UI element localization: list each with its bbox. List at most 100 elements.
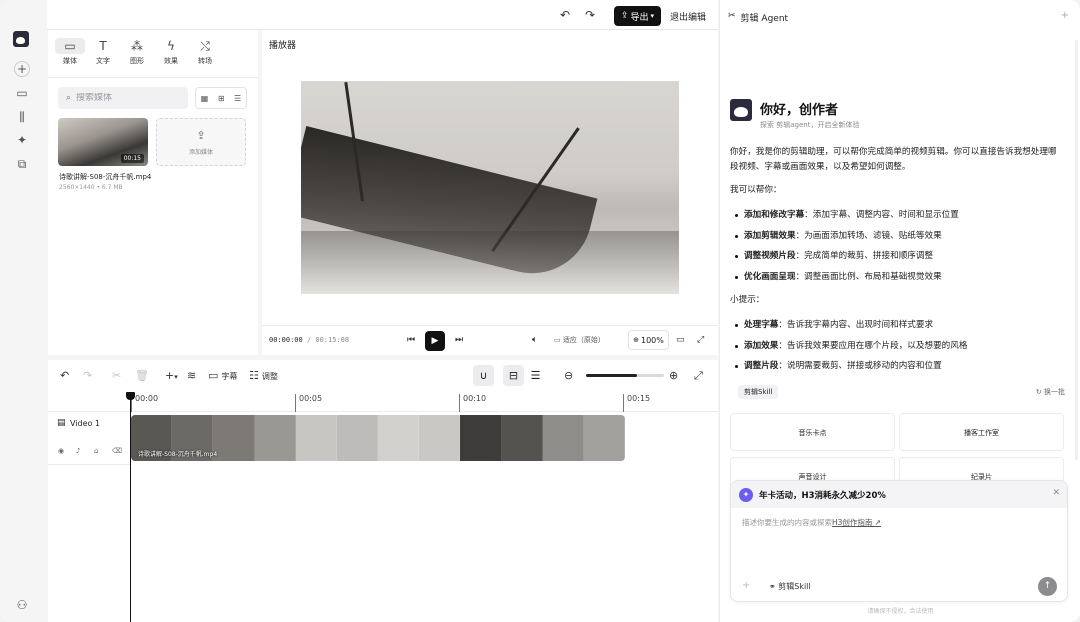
split-icon[interactable]: ✂ bbox=[112, 369, 121, 382]
monitor-icon[interactable]: ▭ bbox=[676, 335, 685, 345]
add-media-button[interactable]: ⇪ 添加媒体 bbox=[156, 118, 246, 166]
search-icon: ⌕ bbox=[66, 93, 72, 103]
attach-icon[interactable]: + bbox=[742, 580, 750, 591]
new-chat-icon[interactable]: + bbox=[1061, 10, 1069, 21]
timeline-zoom-slider[interactable] bbox=[586, 374, 664, 377]
list-view-icon[interactable]: ☰ bbox=[234, 94, 241, 103]
delete-icon[interactable]: 🗑︎ bbox=[135, 369, 149, 382]
skill-card[interactable]: 音乐卡点 bbox=[730, 413, 895, 451]
add-user-icon[interactable]: ⚇ bbox=[14, 597, 30, 613]
skill-card[interactable]: 播客工作室 bbox=[899, 413, 1064, 451]
tab-label: 媒体 bbox=[63, 57, 77, 65]
clip-meta: 2560×1440 • 6.7 MB bbox=[59, 184, 123, 191]
effects-icon: ϟ bbox=[167, 39, 175, 53]
redo-icon[interactable]: ↷ bbox=[585, 8, 595, 22]
layers-icon[interactable]: ≋ bbox=[187, 369, 196, 382]
split-view-icon[interactable]: ⊟ bbox=[503, 365, 524, 386]
expand-icon[interactable]: ⤢ bbox=[694, 369, 703, 383]
redo-icon[interactable]: ↷ bbox=[83, 369, 92, 382]
fit-select[interactable]: ▭ 适应（原始） bbox=[554, 335, 605, 345]
greeting-subtitle: 探索 剪辑agent，开启全新体验 bbox=[760, 121, 860, 129]
video-clip-strip[interactable]: 诗歌讲解-S08-沉舟千帆.mp4 bbox=[131, 415, 625, 461]
tab-text[interactable]: T 文字 bbox=[88, 38, 118, 66]
add-media-label: 添加媒体 bbox=[188, 149, 213, 156]
add-track-icon[interactable]: +▾ bbox=[165, 369, 178, 382]
video-preview[interactable] bbox=[301, 81, 679, 294]
adjust-icon: ☷ bbox=[249, 369, 259, 382]
volume-icon[interactable]: 🔈︎ bbox=[532, 335, 537, 345]
media-search: ⌕ bbox=[58, 87, 188, 109]
grid-small-icon[interactable]: ⊞ bbox=[218, 94, 225, 103]
skip-back-icon[interactable]: ⏮ bbox=[407, 335, 415, 345]
chat-input[interactable]: 描述你要生成的内容或探索H3创作指南 ↗ bbox=[742, 517, 881, 528]
tab-transition[interactable]: ⤭ 转场 bbox=[190, 38, 220, 66]
grid-large-icon[interactable]: ▦ bbox=[201, 94, 209, 103]
delete-track-icon[interactable]: ⌫ bbox=[112, 447, 122, 455]
assets-icon[interactable]: ⧉ bbox=[14, 156, 30, 172]
skill-tag[interactable]: 剪辑Skill bbox=[738, 385, 779, 399]
track-view-icon[interactable]: ☰ bbox=[525, 365, 546, 386]
help-list: 添加和修改字幕：添加字幕、调整内容、时间和显示位置 添加剪辑效果：为画面添加转场… bbox=[730, 205, 1065, 287]
search-input[interactable] bbox=[76, 93, 172, 103]
adjust-button[interactable]: ☷ 调整 bbox=[249, 369, 278, 382]
skip-forward-icon[interactable]: ⏭ bbox=[455, 335, 463, 345]
new-project-icon[interactable]: + bbox=[14, 61, 30, 77]
media-clip-thumbnail[interactable]: 00:15 bbox=[58, 118, 148, 166]
ruler-tick: 00:10 bbox=[459, 394, 486, 412]
upload-icon: ⇪ bbox=[196, 129, 206, 142]
library-icon[interactable]: ⫼ bbox=[14, 109, 30, 125]
timecode: 00:00:00 / 00:15:08 bbox=[269, 336, 349, 344]
scrollbar[interactable] bbox=[1075, 40, 1078, 460]
tab-label: 效果 bbox=[164, 57, 178, 65]
ruler-tick: 00:05 bbox=[295, 394, 322, 412]
player-title: 播放器 bbox=[269, 41, 297, 51]
refresh-button[interactable]: ↻ 换一批 bbox=[1036, 387, 1065, 397]
skill-button[interactable]: ⚭ 剪辑Skill bbox=[769, 581, 811, 592]
send-button[interactable]: ↑ bbox=[1038, 577, 1057, 596]
zoom-in-icon[interactable]: ⊕ bbox=[669, 369, 678, 382]
visibility-icon[interactable]: ◉ bbox=[58, 447, 64, 455]
zoom-out-icon[interactable]: ⊖ bbox=[564, 369, 573, 382]
fullscreen-icon[interactable]: ⤢ bbox=[697, 335, 704, 345]
film-icon: ▤ bbox=[57, 418, 66, 428]
list-item: 调整视频片段：完成简单的裁剪、拼接和顺序调整 bbox=[730, 246, 1065, 267]
magnet-snap-icon[interactable]: ∪ bbox=[473, 365, 494, 386]
tab-shapes[interactable]: ⁂ 图形 bbox=[122, 38, 152, 66]
app-logo[interactable] bbox=[13, 31, 29, 47]
subtitle-icon: ▭ bbox=[208, 369, 219, 382]
mute-icon[interactable]: ♪ bbox=[76, 447, 80, 455]
tab-effects[interactable]: ϟ 效果 bbox=[156, 38, 186, 66]
export-button[interactable]: ⇪ 导出 ▾ bbox=[614, 6, 661, 26]
guide-link[interactable]: H3创作指南 ↗ bbox=[832, 518, 881, 527]
clip-filename: 诗歌讲解-S08-沉舟千帆.mp4 bbox=[59, 173, 152, 181]
top-bar: ↶ ↷ ⇪ 导出 ▾ 退出编辑 bbox=[47, 0, 718, 30]
playhead[interactable] bbox=[126, 392, 135, 622]
plugin-icon[interactable]: ✦ bbox=[14, 132, 30, 148]
list-item: 添加和修改字幕：添加字幕、调整内容、时间和显示位置 bbox=[730, 205, 1065, 226]
undo-icon[interactable]: ↶ bbox=[60, 369, 69, 382]
app-window: + ▭ ⫼ ✦ ⧉ ⚇ ↶ ↷ ⇪ 导出 ▾ 退出编辑 ▭ 媒体 T 文字 ⁂ bbox=[0, 0, 1080, 622]
play-button[interactable]: ▶ bbox=[425, 331, 445, 351]
link-icon: ⚭ bbox=[769, 582, 776, 591]
lock-icon[interactable]: ⌂ bbox=[94, 447, 98, 455]
adjust-label: 调整 bbox=[261, 372, 278, 381]
slider-fill bbox=[586, 374, 637, 377]
undo-icon[interactable]: ↶ bbox=[560, 8, 570, 22]
tab-media[interactable]: ▭ 媒体 bbox=[55, 38, 85, 66]
timeline-panel: ↶ ↷ ✂ 🗑︎ +▾ ≋ ▭ 字幕 ☷ 调整 ∪ ⊟ ☰ ⊖ ⊕ ⤢ 00:00 … bbox=[48, 360, 718, 622]
ruler-tick: 00:00 bbox=[131, 394, 158, 412]
close-icon[interactable]: ✕ bbox=[1052, 488, 1060, 498]
tab-label: 文字 bbox=[96, 57, 110, 65]
exit-edit-button[interactable]: 退出编辑 bbox=[666, 6, 710, 26]
player-controls: 00:00:00 / 00:15:08 ⏮ ▶ ⏭ 🔈︎ ▭ 适应（原始） ⊕ … bbox=[262, 325, 718, 355]
zoom-select[interactable]: ⊕ 100% bbox=[628, 330, 669, 350]
folder-icon[interactable]: ▭ bbox=[14, 85, 30, 101]
player-panel: 播放器 00:00:00 / 00:15:08 ⏮ ▶ ⏭ 🔈︎ ▭ 适应（原始… bbox=[262, 30, 718, 355]
subtitle-button[interactable]: ▭ 字幕 bbox=[208, 369, 237, 382]
left-rail: + ▭ ⫼ ✦ ⧉ ⚇ bbox=[0, 0, 47, 622]
time-ruler[interactable]: 00:00 00:05 00:10 00:15 bbox=[48, 390, 718, 412]
tab-label: 转场 bbox=[198, 57, 212, 65]
greeting: 你好，创作者 探索 剪辑agent，开启全新体验 bbox=[730, 99, 859, 130]
agent-header: ✂ 剪辑 Agent bbox=[728, 11, 788, 24]
scissors-icon: ✂ bbox=[728, 11, 736, 21]
